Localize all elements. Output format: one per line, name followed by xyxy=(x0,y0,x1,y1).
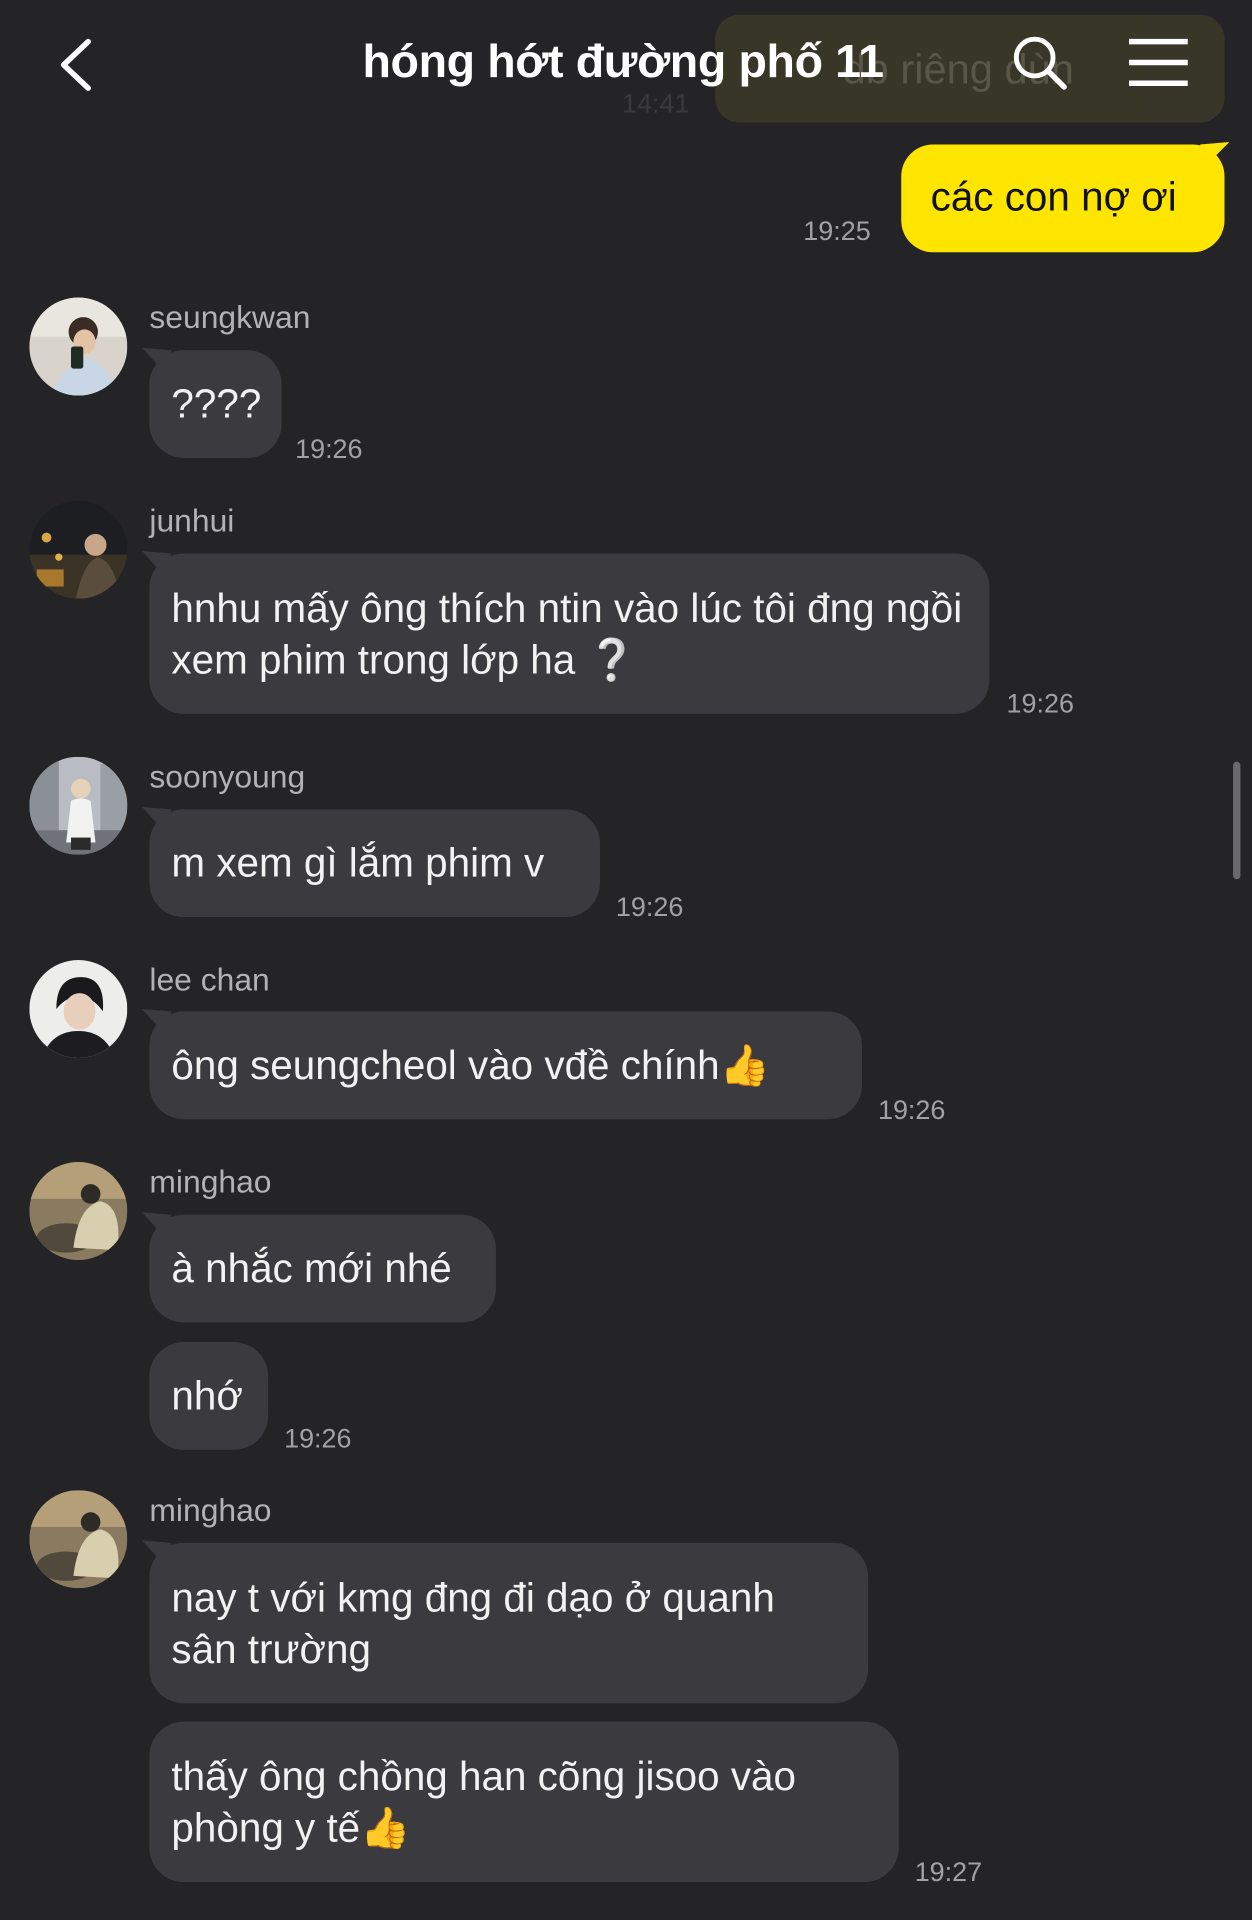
message-text: các con nợ ơi xyxy=(930,173,1177,220)
avatar[interactable] xyxy=(29,1490,128,1589)
avatar[interactable] xyxy=(29,297,128,396)
search-button[interactable] xyxy=(1011,34,1067,90)
message-bubble[interactable]: ???? xyxy=(142,347,282,458)
menu-button[interactable] xyxy=(1127,37,1191,88)
message-bubble[interactable]: nay t với kmg đng đi dạo ở quanh sân trư… xyxy=(142,1540,869,1704)
sender-name: junhui xyxy=(149,502,235,539)
message-text: thấy ông chồng han cõng jisoo vào phòng … xyxy=(171,1753,797,1851)
hamburger-menu-icon xyxy=(1128,38,1188,87)
my-message-bubble[interactable]: các con nợ ơi xyxy=(901,142,1230,253)
message-time: 19:26 xyxy=(295,433,363,465)
message-text: à nhắc mới nhé xyxy=(171,1245,452,1291)
chat-header: 14:41 db riêng dùn hóng hớt đường phố 11 xyxy=(0,0,1251,135)
message-text: ông seungcheol vào vđề chính👍 xyxy=(171,1042,770,1088)
message-text: nay t với kmg đng đi dạo ở quanh sân trư… xyxy=(171,1574,775,1672)
sender-name: soonyoung xyxy=(149,757,306,795)
avatar[interactable] xyxy=(29,1162,128,1261)
avatar[interactable] xyxy=(29,756,128,855)
message-time: 19:26 xyxy=(1006,688,1074,719)
avatar[interactable] xyxy=(29,500,128,599)
sender-name: lee chan xyxy=(149,961,270,998)
message-text: hnhu mấy ông thích ntin vào lúc tôi đng … xyxy=(171,585,963,683)
message-bubble[interactable]: thấy ông chồng han cõng jisoo vào phòng … xyxy=(149,1721,899,1883)
message-bubble[interactable]: à nhắc mới nhé xyxy=(142,1212,496,1323)
ghost-message-time: 14:41 xyxy=(622,88,690,119)
chevron-left-icon xyxy=(60,38,91,91)
message-text: ???? xyxy=(171,380,262,427)
scrollbar[interactable] xyxy=(1233,761,1241,880)
message-bubble[interactable]: nhớ xyxy=(149,1342,269,1450)
message-time: 19:26 xyxy=(284,1422,352,1454)
message-bubble[interactable]: m xem gì lắm phim v xyxy=(142,806,601,918)
chat-title: hóng hớt đường phố 11 xyxy=(362,36,884,89)
sender-name: minghao xyxy=(149,1491,272,1529)
sender-name: minghao xyxy=(149,1163,272,1201)
avatar[interactable] xyxy=(29,960,128,1058)
message-text: m xem gì lắm phim v xyxy=(171,840,545,886)
search-icon xyxy=(1013,36,1067,90)
message-bubble[interactable]: hnhu mấy ông thích ntin vào lúc tôi đng … xyxy=(142,551,990,714)
message-time: 19:26 xyxy=(615,891,684,923)
message-time: 19:25 xyxy=(803,215,871,247)
message-text: nhớ xyxy=(171,1372,243,1418)
message-bubble[interactable]: ông seungcheol vào vđề chính👍 xyxy=(142,1008,863,1120)
sender-name: seungkwan xyxy=(149,298,311,336)
message-time: 19:26 xyxy=(877,1094,946,1126)
back-button[interactable] xyxy=(49,34,110,95)
message-time: 19:27 xyxy=(914,1856,983,1887)
